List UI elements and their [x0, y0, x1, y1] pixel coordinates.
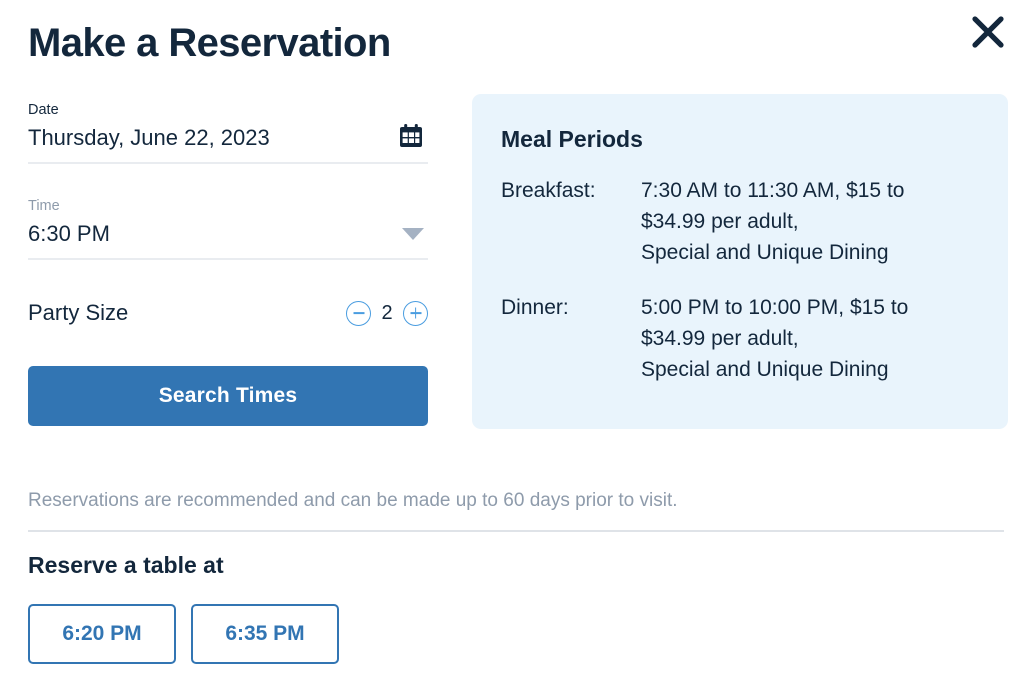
search-times-button[interactable]: Search Times — [28, 366, 428, 426]
time-slot-button[interactable]: 6:35 PM — [191, 604, 339, 664]
section-divider — [28, 530, 1004, 532]
time-label: Time — [28, 198, 60, 214]
reserve-section-title: Reserve a table at — [28, 552, 224, 578]
party-size-value: 2 — [381, 301, 393, 324]
time-slot-button[interactable]: 6:20 PM — [28, 604, 176, 664]
time-slot-list: 6:20 PM 6:35 PM — [28, 604, 339, 664]
chevron-down-icon[interactable] — [402, 228, 424, 240]
time-select-value[interactable]: 6:30 PM — [28, 218, 358, 250]
date-input[interactable]: Thursday, June 22, 2023 — [28, 122, 358, 154]
meal-period-row: Breakfast: 7:30 AM to 11:30 AM, $15 to $… — [501, 175, 980, 268]
meal-periods-panel: Meal Periods Breakfast: 7:30 AM to 11:30… — [472, 94, 1008, 429]
close-icon — [971, 15, 1005, 49]
party-size-label: Party Size — [28, 300, 129, 325]
date-label: Date — [28, 102, 59, 118]
meal-period-row: Dinner: 5:00 PM to 10:00 PM, $15 to $34.… — [501, 292, 980, 385]
meal-period-description: 5:00 PM to 10:00 PM, $15 to $34.99 per a… — [641, 296, 909, 381]
meal-period-name: Dinner: — [501, 296, 569, 319]
reservation-disclaimer: Reservations are recommended and can be … — [28, 490, 678, 511]
party-size-row: Party Size 2 — [28, 298, 428, 328]
meal-periods-title: Meal Periods — [501, 126, 643, 152]
page-title: Make a Reservation — [28, 21, 391, 65]
minus-circle-icon[interactable] — [346, 300, 371, 326]
reservation-form: Date Thursday, June 22, 2023 Time 6:30 P… — [28, 100, 428, 426]
plus-circle-icon[interactable] — [403, 300, 428, 326]
time-field[interactable]: Time 6:30 PM — [28, 196, 428, 260]
calendar-icon[interactable] — [398, 123, 424, 154]
meal-period-name: Breakfast: — [501, 179, 596, 202]
party-size-stepper: 2 — [346, 300, 428, 326]
close-button[interactable] — [966, 10, 1010, 54]
meal-period-description: 7:30 AM to 11:30 AM, $15 to $34.99 per a… — [641, 179, 905, 264]
date-field[interactable]: Date Thursday, June 22, 2023 — [28, 100, 428, 164]
